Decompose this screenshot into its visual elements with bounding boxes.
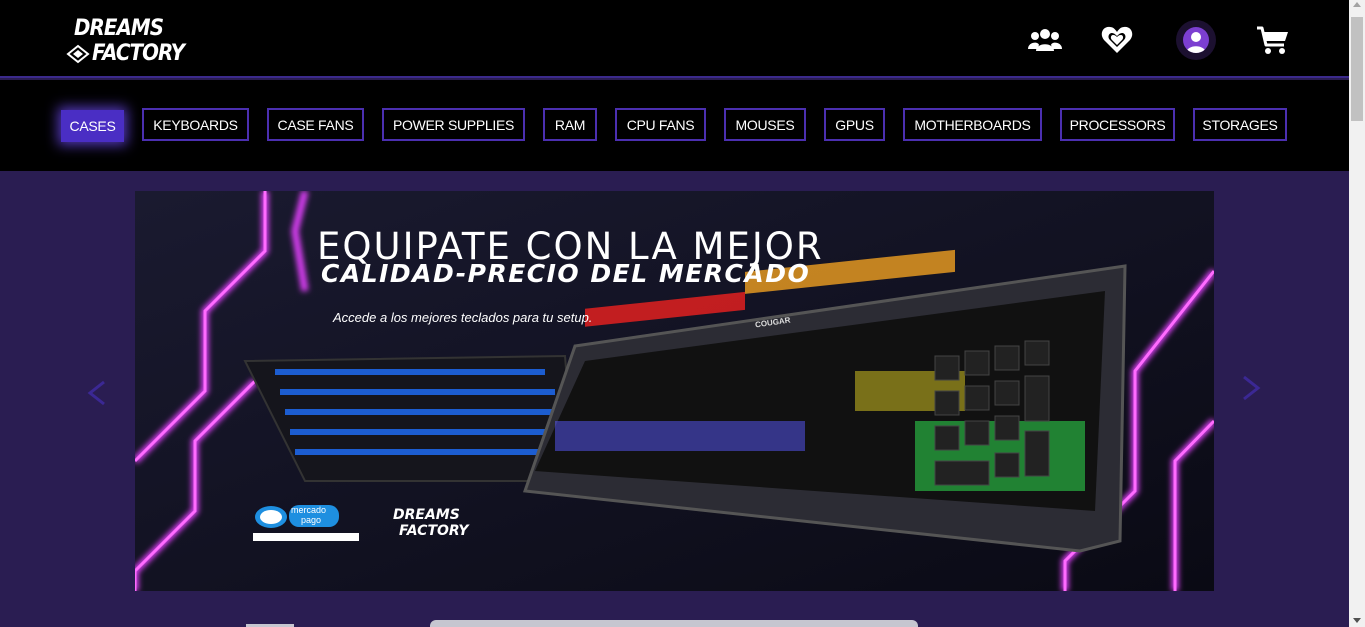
category-ram[interactable]: RAM (543, 108, 597, 141)
category-case-fans[interactable]: CASE FANS (267, 108, 364, 141)
brand-line2: FACTORY (92, 41, 185, 66)
hero-banner[interactable]: EQUIPATE CON LA MEJOR CALIDAD-PRECIO DEL… (135, 191, 1214, 591)
mercado-pago-line2: pago (301, 515, 322, 525)
category-processors[interactable]: PROCESSORS (1060, 108, 1175, 141)
banner-subheadline: CALIDAD-PRECIO DEL MERCADO (321, 259, 811, 288)
category-mouses[interactable]: MOUSES (724, 108, 806, 141)
category-gpus[interactable]: GPUS (824, 108, 885, 141)
cart-icon[interactable] (1255, 22, 1291, 58)
scrollbar[interactable] (1349, 0, 1365, 627)
banner-tagline: Accede a los mejores teclados para tu se… (333, 310, 593, 325)
content-peek (430, 620, 918, 627)
brand-mark-icon (66, 44, 90, 64)
scroll-down-arrow-icon[interactable] (1353, 618, 1361, 623)
category-keyboards[interactable]: KEYBOARDS (142, 108, 249, 141)
mercado-pago-line1: mercado (291, 505, 327, 515)
scrollbar-thumb[interactable] (1351, 17, 1363, 121)
category-motherboards[interactable]: MOTHERBOARDS (903, 108, 1042, 141)
user-avatar-icon (1183, 27, 1209, 53)
heart-icon[interactable] (1099, 22, 1135, 58)
user-avatar-button[interactable] (1176, 20, 1216, 60)
banner-brand-line2: FACTORY (399, 523, 469, 539)
banner-brand-logo: DREAMS FACTORY (383, 507, 469, 539)
chevron-right-icon[interactable] (1240, 375, 1262, 408)
category-nav: CASES KEYBOARDS CASE FANS POWER SUPPLIES… (0, 80, 1349, 171)
category-storages[interactable]: STORAGES (1193, 108, 1287, 141)
category-power-supplies[interactable]: POWER SUPPLIES (382, 108, 525, 141)
chevron-left-icon[interactable] (86, 380, 108, 413)
brand-logo[interactable]: DREAMS FACTORY (66, 16, 188, 68)
scroll-up-arrow-icon[interactable] (1353, 2, 1361, 7)
mercado-pago-logo: mercado pago (251, 503, 361, 543)
category-cases[interactable]: CASES (61, 110, 124, 142)
category-cpu-fans[interactable]: CPU FANS (615, 108, 706, 141)
site-header: DREAMS FACTORY (0, 0, 1349, 78)
banner-brand-line1: DREAMS (393, 507, 460, 523)
users-icon[interactable] (1027, 22, 1063, 58)
brand-line1: DREAMS (74, 16, 164, 41)
main-content: EQUIPATE CON LA MEJOR CALIDAD-PRECIO DEL… (0, 171, 1349, 627)
